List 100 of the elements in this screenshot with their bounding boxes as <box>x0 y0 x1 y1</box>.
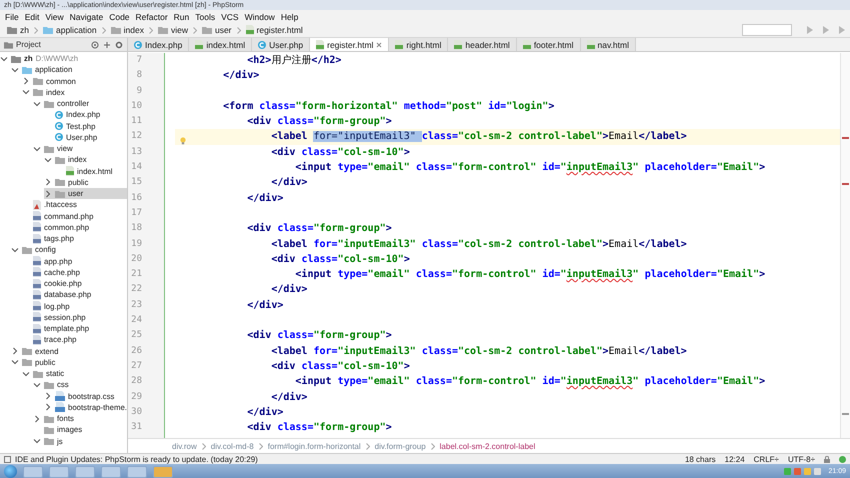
breadcrumb-item[interactable]: label.col-sm-2.control-label <box>440 442 536 450</box>
line-number: 20 <box>130 252 143 266</box>
css-file-icon <box>55 402 65 412</box>
line-number: 18 <box>130 222 143 236</box>
line-number: 24 <box>130 314 143 328</box>
menu-item[interactable]: Edit <box>22 12 42 22</box>
menu-item[interactable]: Navigate <box>66 12 106 22</box>
code-line: </div> <box>222 68 260 84</box>
status-field[interactable]: UTF-8÷ <box>788 454 815 464</box>
nav-bar-item[interactable]: index <box>108 25 147 35</box>
line-number: 26 <box>130 344 143 358</box>
menu-item[interactable]: Code <box>106 12 133 22</box>
line-number: 21 <box>130 268 143 282</box>
code-line: <div class="col-sm-10"> <box>270 252 411 267</box>
code-line: </div> <box>246 192 284 206</box>
class-icon <box>55 133 63 142</box>
breadcrumb-item[interactable]: form#login.form-horizontal <box>268 442 361 450</box>
editor-tab[interactable]: Index.php <box>128 38 190 51</box>
line-number: 29 <box>130 390 143 404</box>
code-line: <div class="form-group"> <box>246 328 393 344</box>
close-icon[interactable] <box>376 42 382 48</box>
line-number: 31 <box>130 421 143 434</box>
status-field[interactable]: CRLF÷ <box>754 454 779 464</box>
code-line: <input type="email" class="form-control" id="inputEmail3" placeholder="Email"> <box>294 374 766 390</box>
class-icon <box>55 110 63 119</box>
code-line: </div> <box>270 282 308 298</box>
line-number: 22 <box>130 283 143 296</box>
chevron-icon <box>430 442 435 450</box>
line-number: 19 <box>130 238 143 251</box>
chevron-icon <box>148 26 153 34</box>
code-line: <input type="email" class="form-control" id="inputEmail3" placeholder="Email"> <box>294 160 766 176</box>
html-file-icon <box>522 40 531 50</box>
menu-item[interactable]: Window <box>242 12 278 22</box>
html-file-icon <box>586 40 594 50</box>
panel-title[interactable]: Project <box>16 40 41 49</box>
code-line: </div> <box>270 176 308 190</box>
line-number: 30 <box>130 406 143 419</box>
editor-tab[interactable]: register.html <box>310 38 390 51</box>
editor-tab[interactable]: User.php <box>252 38 310 51</box>
code-line: <input type="email" class="form-control" id="inputEmail3" placeholder="Email"> <box>294 268 766 282</box>
line-number: 13 <box>130 146 143 159</box>
line-number: 14 <box>130 161 143 174</box>
window-toggle-icon[interactable] <box>4 456 11 462</box>
breadcrumb-item[interactable]: div.form-group <box>374 442 426 450</box>
line-number: 8 <box>136 69 143 82</box>
line-number: 16 <box>130 192 143 205</box>
line-number: 12 <box>130 130 143 144</box>
target-icon[interactable] <box>91 40 99 48</box>
lightbulb-icon[interactable] <box>180 137 186 145</box>
html-file-icon <box>195 40 204 50</box>
menu-item[interactable]: Help <box>278 12 302 22</box>
html-file-icon <box>395 40 404 50</box>
code-line: <div class="form-group"> <box>246 420 393 436</box>
code-line: <div class="col-sm-10"> <box>270 360 411 374</box>
css-file-icon <box>55 391 65 402</box>
folder-icon <box>158 26 168 34</box>
menu-item[interactable]: Run <box>170 12 192 22</box>
editor-tab[interactable]: footer.html <box>516 38 580 51</box>
lock-icon[interactable] <box>824 456 830 462</box>
editor-tab[interactable]: nav.html <box>580 38 636 51</box>
chevron-icon <box>192 26 197 34</box>
line-number: 15 <box>130 176 143 190</box>
nav-bar-item[interactable]: view <box>154 25 191 35</box>
nav-bar-item[interactable]: application <box>40 25 100 35</box>
status-field[interactable]: 18 chars <box>684 454 716 464</box>
breadcrumb-item[interactable]: div.col-md-8 <box>210 442 254 450</box>
menu-item[interactable]: File <box>2 12 22 22</box>
chevron-icon <box>202 442 206 450</box>
nav-bar-item[interactable]: register.html <box>242 25 306 35</box>
folder-icon <box>202 26 212 34</box>
menu-item[interactable]: VCS <box>218 12 242 22</box>
code-line: </div> <box>246 406 284 420</box>
html-file-icon <box>316 40 324 50</box>
class-icon <box>258 40 266 48</box>
line-number: 10 <box>130 100 143 113</box>
chevron-icon <box>366 442 370 450</box>
line-number: 25 <box>130 329 143 342</box>
nav-bar-item[interactable]: user <box>198 25 235 35</box>
menu-item[interactable]: View <box>42 12 67 22</box>
menu-item[interactable]: Refactor <box>132 12 171 22</box>
menu-item[interactable]: Tools <box>192 12 218 22</box>
breadcrumb-item[interactable]: div.row <box>172 442 197 450</box>
nav-bar-item[interactable]: zh <box>4 25 32 35</box>
html-file-icon <box>454 40 462 50</box>
status-field[interactable]: 12:24 <box>724 454 745 464</box>
code-line: </div> <box>246 298 284 313</box>
folder-icon <box>110 26 121 34</box>
editor-tab[interactable]: header.html <box>448 38 517 51</box>
code-line: <form class="form-horizontal" method="post" id="login"> <box>222 100 556 114</box>
config-file-icon <box>33 200 41 210</box>
code-line: <label for="inputEmail3" class="col-sm-2 control-label">Email</label> <box>270 344 688 359</box>
editor-tab[interactable]: right.html <box>389 38 448 51</box>
line-number: 7 <box>136 54 143 67</box>
line-number: 28 <box>130 375 143 388</box>
html-file-icon <box>246 25 254 35</box>
line-number: 9 <box>136 84 143 98</box>
line-number: 11 <box>130 115 143 128</box>
start-button[interactable] <box>4 465 17 478</box>
html-file-icon <box>66 166 74 176</box>
editor-tab[interactable]: index.html <box>189 38 252 51</box>
